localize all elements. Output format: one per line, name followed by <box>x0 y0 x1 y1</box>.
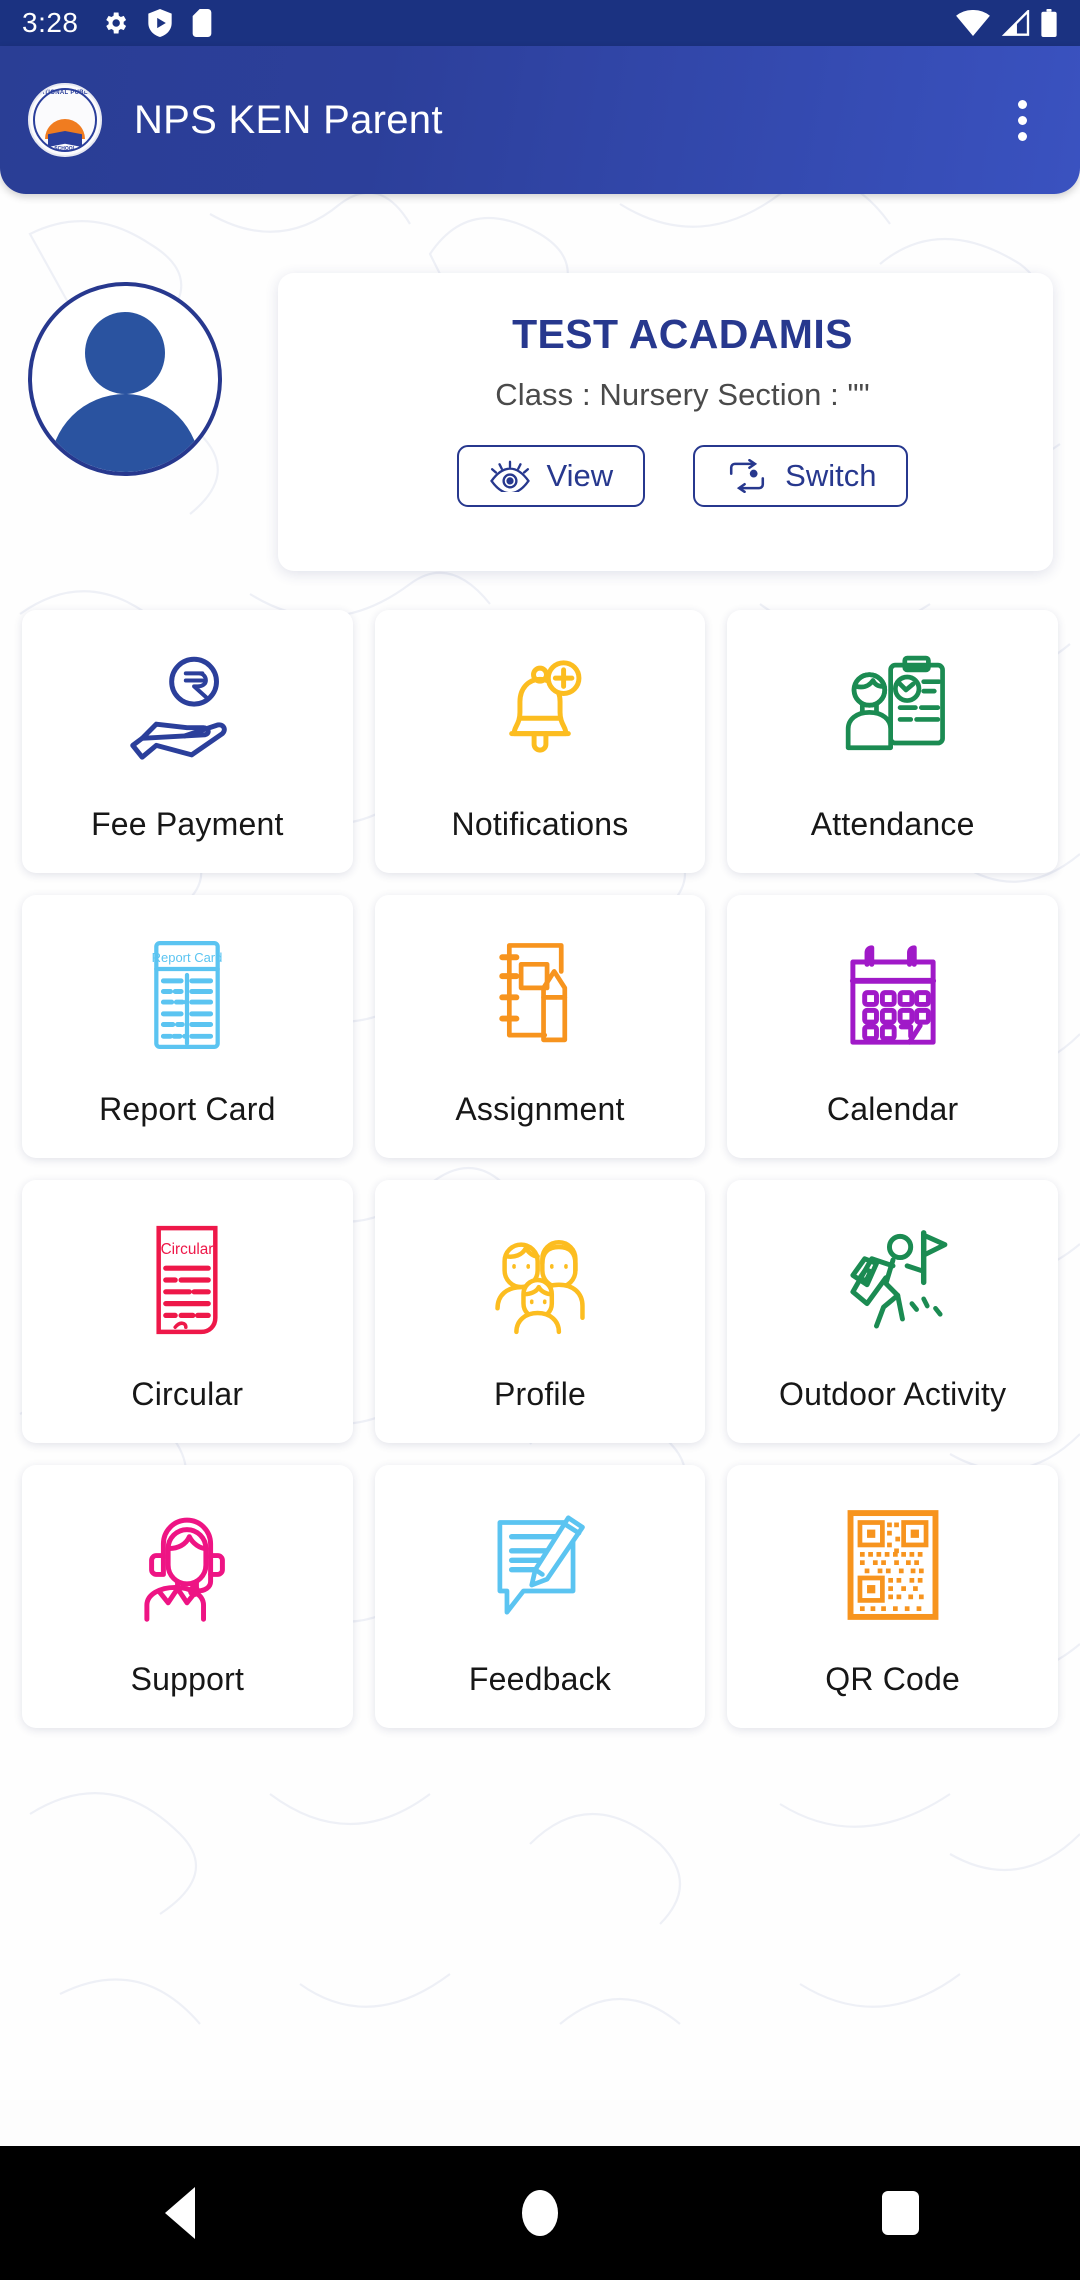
rupee-hand-icon <box>128 640 246 780</box>
switch-arrows-icon <box>730 459 765 493</box>
calendar-icon <box>834 925 952 1065</box>
tile-notifications[interactable]: Notifications <box>374 610 706 873</box>
logo-top-text: NATIONAL PUBLIC <box>35 90 95 96</box>
status-time: 3:28 <box>22 7 79 38</box>
tile-label: Feedback <box>468 1661 612 1697</box>
qr-code-icon <box>834 1495 952 1635</box>
home-circle-icon <box>522 2190 558 2236</box>
tile-assignment[interactable]: Assignment <box>374 895 706 1158</box>
tile-label: Attendance <box>810 806 975 842</box>
back-button[interactable] <box>100 2146 260 2280</box>
app-screen: 3:28 NATIONAL PUBLIC SCHOOL NPS KEN Pare… <box>0 0 1080 2280</box>
app-title: NPS KEN Parent <box>134 97 443 142</box>
family-group-icon <box>481 1210 599 1350</box>
settings-gear-icon <box>105 12 126 34</box>
tile-outdoor-activity[interactable]: Outdoor Activity <box>727 1180 1058 1443</box>
back-triangle-icon <box>165 2187 195 2239</box>
tile-label: Calendar <box>826 1091 959 1127</box>
cellular-signal-icon <box>1001 10 1030 36</box>
student-card-actions: View Switch <box>312 445 1053 507</box>
svg-text:Circular: Circular <box>161 1241 214 1258</box>
tile-label: Notifications <box>451 806 629 842</box>
recents-square-icon <box>881 2191 919 2235</box>
app-bar: NATIONAL PUBLIC SCHOOL NPS KEN Parent <box>0 46 1080 194</box>
tile-profile[interactable]: Profile <box>374 1180 706 1443</box>
hiker-flag-icon <box>834 1210 952 1350</box>
tile-feedback[interactable]: Feedback <box>374 1465 706 1728</box>
status-bar: 3:28 <box>0 0 1080 46</box>
view-button-label: View <box>546 458 614 493</box>
tile-support[interactable]: Support <box>22 1465 353 1728</box>
tile-attendance[interactable]: Attendance <box>727 610 1058 873</box>
bell-plus-icon <box>481 640 599 780</box>
student-class-section: Class : Nursery Section : "" <box>495 377 870 412</box>
battery-icon <box>1041 9 1057 37</box>
student-info-card: TEST ACADAMIS Class : Nursery Section : … <box>278 273 1053 571</box>
tile-qr-code[interactable]: QR Code <box>727 1465 1058 1728</box>
tile-circular[interactable]: Circular Circular <box>22 1180 353 1443</box>
switch-button[interactable]: Switch <box>693 445 909 507</box>
circular-doc-icon: Circular <box>128 1210 246 1350</box>
student-avatar[interactable] <box>28 282 222 476</box>
tile-label: Profile <box>493 1376 587 1412</box>
tile-fee-payment[interactable]: Fee Payment <box>22 610 353 873</box>
school-logo-icon: NATIONAL PUBLIC SCHOOL <box>28 83 102 157</box>
tile-label: Outdoor Activity <box>779 1376 1007 1412</box>
recents-button[interactable] <box>820 2146 980 2280</box>
headset-person-icon <box>128 1495 246 1635</box>
status-right-icons <box>956 9 1058 37</box>
eye-icon <box>489 460 530 492</box>
home-button[interactable] <box>460 2146 620 2280</box>
feedback-pen-icon <box>481 1495 599 1635</box>
switch-button-label: Switch <box>785 458 877 493</box>
status-left-icons <box>101 9 213 37</box>
tile-report-card[interactable]: Report Card Report Card <box>22 895 353 1158</box>
tile-label: Report Card <box>99 1091 276 1127</box>
student-name: TEST ACADAMIS <box>512 311 853 357</box>
notebook-pencil-icon <box>481 925 599 1065</box>
overflow-menu-icon[interactable] <box>992 76 1052 164</box>
tile-label: Assignment <box>455 1091 625 1127</box>
view-button[interactable]: View <box>456 445 646 507</box>
student-section: TEST ACADAMIS Class : Nursery Section : … <box>0 255 1080 595</box>
system-navigation-bar <box>0 2146 1080 2280</box>
menu-grid: Fee Payment Notifications Attendance Rep… <box>0 610 1080 1728</box>
person-checklist-icon <box>834 640 952 780</box>
svg-text:Report Card: Report Card <box>152 950 223 965</box>
play-shield-icon <box>147 9 172 37</box>
tile-calendar[interactable]: Calendar <box>727 895 1058 1158</box>
tile-label: Fee Payment <box>91 806 284 842</box>
report-card-icon: Report Card <box>128 925 246 1065</box>
logo-bottom-text: SCHOOL <box>54 146 76 152</box>
tile-label: QR Code <box>825 1661 961 1697</box>
tile-label: Support <box>130 1661 245 1697</box>
sd-card-icon <box>192 9 211 37</box>
tile-label: Circular <box>131 1376 244 1412</box>
wifi-icon <box>956 10 990 36</box>
